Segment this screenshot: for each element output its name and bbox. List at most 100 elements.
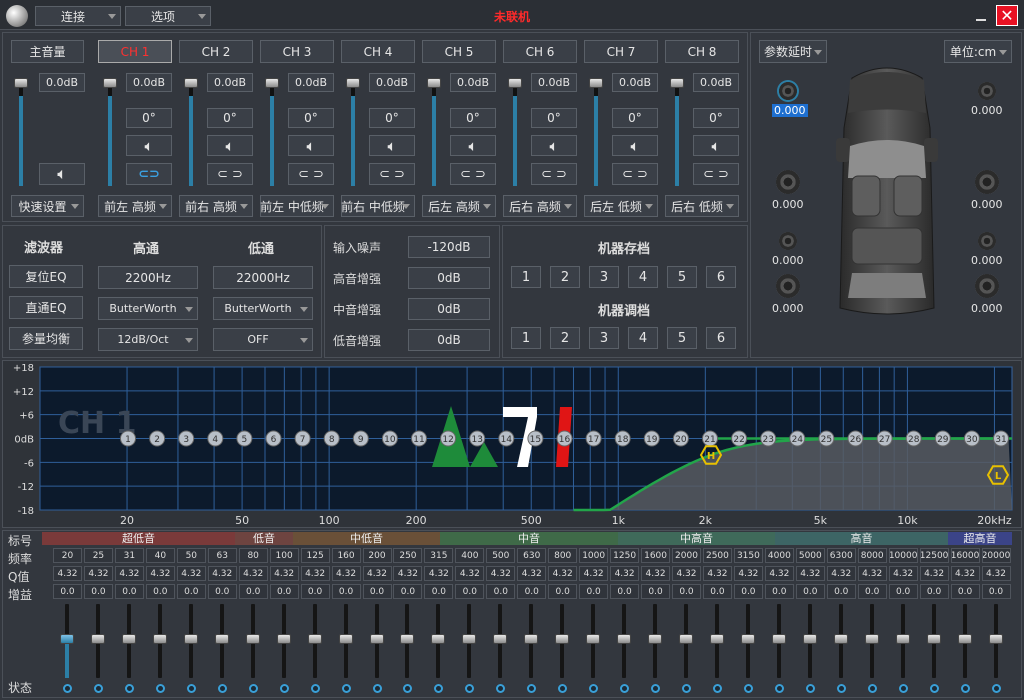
delay-value[interactable]: 0.000	[971, 198, 1003, 211]
eq-state-indicator[interactable]	[372, 684, 382, 693]
eq-q-cell[interactable]: 4.32	[362, 566, 392, 581]
eq-state-indicator[interactable]	[341, 684, 351, 693]
channel-tab-2[interactable]: CH 2	[179, 40, 253, 63]
delay-value[interactable]: 0.000	[971, 254, 1003, 267]
eq-gain-slider-knob[interactable]	[183, 634, 198, 644]
eq-state-indicator[interactable]	[124, 684, 134, 693]
eq-gain-slider-knob[interactable]	[524, 634, 539, 644]
eq-gain-cell[interactable]: 0.0	[424, 584, 454, 599]
channel-mute-button[interactable]: 🔈︎	[531, 135, 577, 156]
channel-type-dropdown[interactable]: 后左 低频	[584, 195, 658, 217]
eq-gain-slider-knob[interactable]	[555, 634, 570, 644]
eq-q-cell[interactable]: 4.32	[826, 566, 856, 581]
eq-q-cell[interactable]: 4.32	[919, 566, 949, 581]
eq-state-indicator[interactable]	[186, 684, 196, 693]
eq-gain-slider-knob[interactable]	[802, 634, 817, 644]
eq-gain-cell[interactable]: 0.0	[53, 584, 82, 599]
eq-state-indicator[interactable]	[898, 684, 908, 693]
eq-gain-cell[interactable]: 0.0	[610, 584, 640, 599]
eq-freq-cell[interactable]: 12500	[919, 548, 949, 563]
eq-freq-cell[interactable]: 630	[517, 548, 547, 563]
delay-value[interactable]: 0.000	[772, 302, 804, 315]
save-slot-2[interactable]: 2	[550, 266, 580, 288]
eq-freq-cell[interactable]: 2500	[702, 548, 732, 563]
eq-freq-cell[interactable]: 160	[331, 548, 361, 563]
channel-gain-knob[interactable]	[184, 78, 198, 88]
channel-type-dropdown[interactable]: 前右 高频	[179, 195, 253, 217]
eq-state-indicator[interactable]	[310, 684, 320, 693]
eq-gain-slider-knob[interactable]	[338, 634, 353, 644]
channel-link-button[interactable]: ⊂ ⊃	[288, 163, 334, 185]
eq-freq-cell[interactable]: 125	[300, 548, 330, 563]
eq-gain-slider-knob[interactable]	[864, 634, 879, 644]
eq-state-indicator[interactable]	[960, 684, 970, 693]
speaker-position-icon[interactable]	[776, 274, 800, 298]
speaker-position-icon[interactable]	[978, 232, 996, 250]
eq-q-cell[interactable]: 4.32	[53, 566, 82, 581]
channel-gain-track[interactable]	[513, 80, 517, 186]
channel-phase-field[interactable]: 0°	[450, 108, 496, 128]
eq-freq-cell[interactable]: 6300	[826, 548, 856, 563]
channel-gain-track[interactable]	[432, 80, 436, 186]
eq-gain-slider-knob[interactable]	[617, 634, 632, 644]
channel-phase-field[interactable]: 0°	[693, 108, 739, 128]
channel-gain-track[interactable]	[351, 80, 355, 186]
channel-type-dropdown[interactable]: 前左 高频	[98, 195, 172, 217]
eq-gain-slider-knob[interactable]	[121, 634, 136, 644]
eq-gain-cell[interactable]: 0.0	[517, 584, 547, 599]
eq-q-cell[interactable]: 4.32	[888, 566, 918, 581]
channel-gain-knob[interactable]	[589, 78, 603, 88]
delay-mode-dropdown[interactable]: 参数延时	[759, 40, 827, 63]
eq-state-indicator[interactable]	[248, 684, 258, 693]
eq-gain-cell[interactable]: 0.0	[950, 584, 980, 599]
eq-gain-cell[interactable]: 0.0	[919, 584, 949, 599]
eq-state-indicator[interactable]	[279, 684, 289, 693]
minimize-button[interactable]	[970, 6, 992, 26]
speaker-position-icon[interactable]	[975, 274, 999, 298]
eq-gain-slider-knob[interactable]	[60, 634, 74, 644]
channel-type-dropdown[interactable]: 前左 中低频	[260, 195, 334, 217]
save-slot-4[interactable]: 4	[628, 266, 658, 288]
eq-q-cell[interactable]: 4.32	[733, 566, 763, 581]
eq-gain-cell[interactable]: 0.0	[733, 584, 763, 599]
quick-settings-dropdown[interactable]: 快速设置	[11, 195, 84, 217]
eq-q-cell[interactable]: 4.32	[764, 566, 794, 581]
eq-gain-cell[interactable]: 0.0	[548, 584, 578, 599]
eq-gain-cell[interactable]: 0.0	[857, 584, 887, 599]
eq-gain-slider-knob[interactable]	[214, 634, 229, 644]
eq-freq-cell[interactable]: 2000	[672, 548, 701, 563]
channel-tab-3[interactable]: CH 3	[260, 40, 334, 63]
eq-freq-cell[interactable]: 80	[238, 548, 268, 563]
channel-mute-button[interactable]: 🔈︎	[693, 135, 739, 156]
eq-gain-cell[interactable]: 0.0	[176, 584, 206, 599]
delay-value[interactable]: 0.000	[772, 104, 808, 117]
eq-q-cell[interactable]: 4.32	[331, 566, 361, 581]
eq-state-indicator[interactable]	[867, 684, 877, 693]
eq-q-cell[interactable]: 4.32	[795, 566, 825, 581]
eq-gain-cell[interactable]: 0.0	[579, 584, 609, 599]
eq-q-cell[interactable]: 4.32	[548, 566, 578, 581]
eq-q-cell[interactable]: 4.32	[702, 566, 732, 581]
delay-value[interactable]: 0.000	[772, 198, 804, 211]
hp-type-dropdown[interactable]: ButterWorth	[98, 297, 198, 320]
eq-gain-cell[interactable]: 0.0	[145, 584, 175, 599]
channel-phase-field[interactable]: 0°	[531, 108, 577, 128]
channel-phase-field[interactable]: 0°	[207, 108, 253, 128]
eq-q-cell[interactable]: 4.32	[238, 566, 268, 581]
eq-freq-cell[interactable]: 8000	[857, 548, 887, 563]
channel-gain-knob[interactable]	[670, 78, 684, 88]
eq-q-cell[interactable]: 4.32	[641, 566, 671, 581]
eq-gain-slider-knob[interactable]	[833, 634, 848, 644]
channel-tab-1[interactable]: CH 1	[98, 40, 172, 63]
channel-type-dropdown[interactable]: 后右 高频	[503, 195, 577, 217]
enhance-value[interactable]: 0dB	[408, 329, 490, 351]
eq-freq-cell[interactable]: 5000	[795, 548, 825, 563]
speaker-position-icon[interactable]	[779, 82, 797, 100]
eq-gain-cell[interactable]: 0.0	[362, 584, 392, 599]
eq-gain-slider-knob[interactable]	[679, 634, 693, 644]
channel-link-button[interactable]: ⊂ ⊃	[531, 163, 577, 185]
eq-q-cell[interactable]: 4.32	[981, 566, 1011, 581]
eq-gain-slider-knob[interactable]	[648, 634, 663, 644]
eq-q-cell[interactable]: 4.32	[455, 566, 485, 581]
eq-gain-slider-knob[interactable]	[152, 634, 167, 644]
